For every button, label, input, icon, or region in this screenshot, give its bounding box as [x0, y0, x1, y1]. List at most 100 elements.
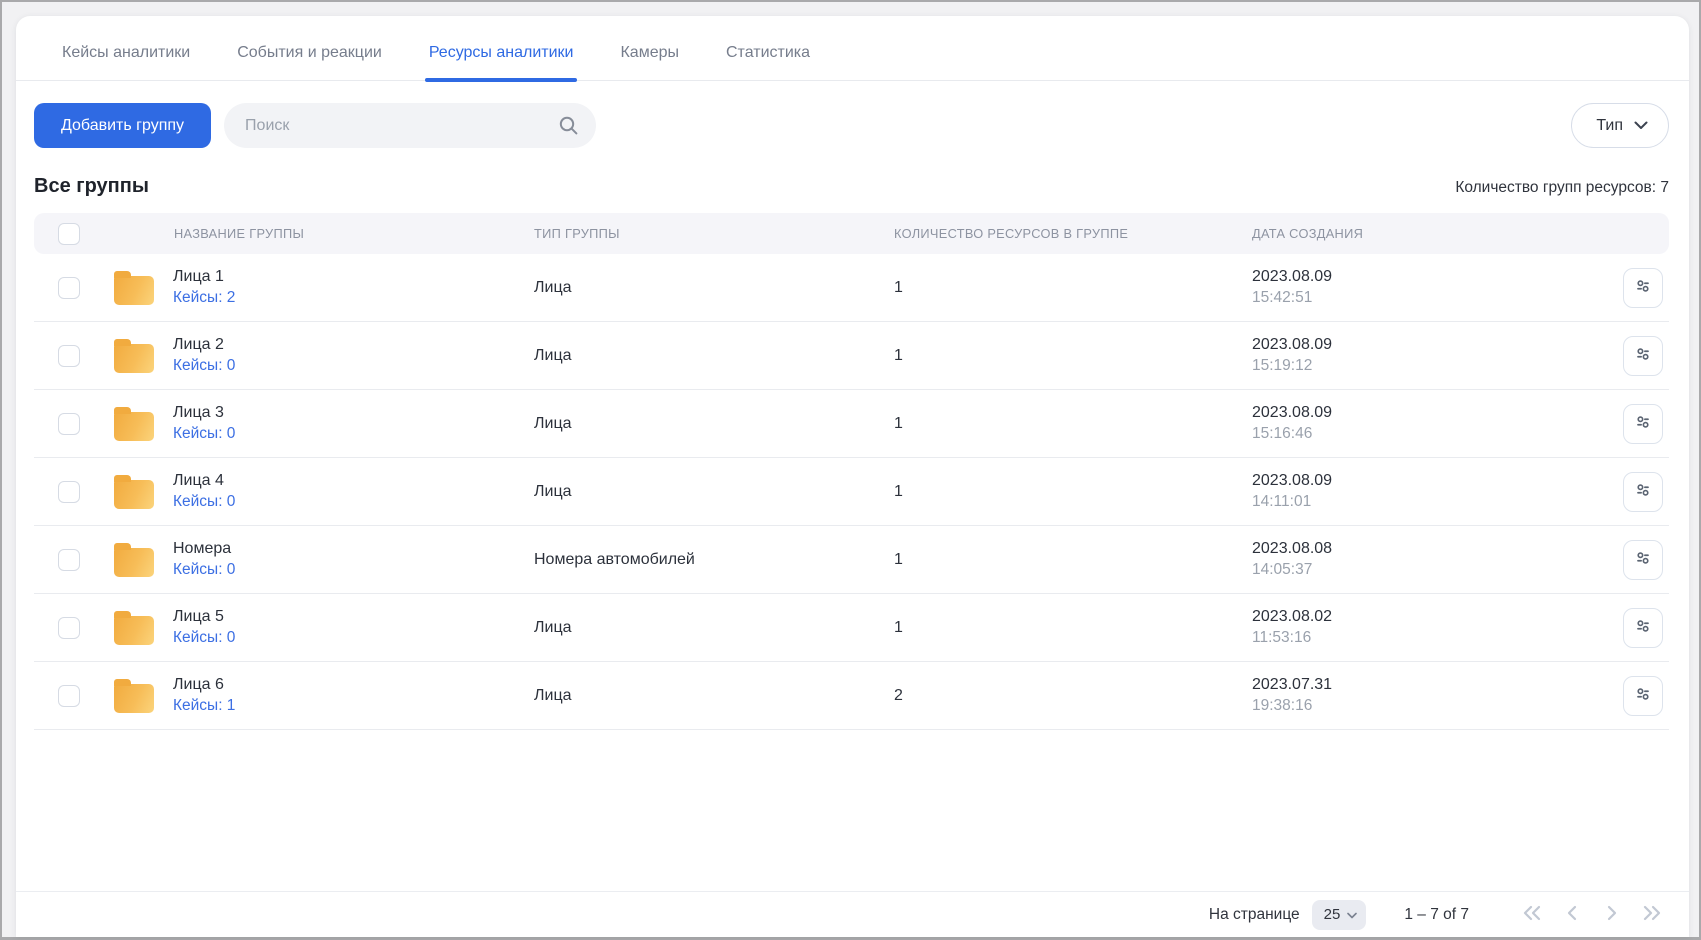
group-type: Номера автомобилей [534, 551, 894, 569]
created-date: 2023.08.02 [1252, 608, 1582, 626]
column-header-resource-count: КОЛИЧЕСТВО РЕСУРСОВ В ГРУППЕ [894, 226, 1252, 241]
table-body: Лица 1 Кейсы: 2 Лица 1 2023.08.09 15:42:… [34, 254, 1669, 730]
sliders-icon [1632, 479, 1654, 504]
sliders-icon [1632, 683, 1654, 708]
folder-icon [114, 276, 154, 305]
folder-icon [114, 616, 154, 645]
pagination-bar: На странице 25 1 – 7 of 7 [16, 891, 1689, 937]
type-filter-label: Тип [1596, 117, 1623, 135]
type-filter-button[interactable]: Тип [1571, 103, 1669, 148]
tab-analytics-cases[interactable]: Кейсы аналитики [60, 36, 192, 80]
section-header: Все группы Количество групп ресурсов: 7 [34, 175, 1669, 198]
row-checkbox[interactable] [58, 277, 80, 299]
search-icon[interactable] [558, 115, 579, 141]
group-name: Лица 3 [173, 404, 235, 422]
row-checkbox[interactable] [58, 481, 80, 503]
created-date: 2023.08.09 [1252, 268, 1582, 286]
select-all-checkbox[interactable] [58, 223, 80, 245]
table-row: Лица 3 Кейсы: 0 Лица 1 2023.08.09 15:16:… [34, 390, 1669, 458]
tab-analytics-resources[interactable]: Ресурсы аналитики [427, 36, 576, 80]
per-page-value: 25 [1324, 906, 1341, 923]
folder-icon [114, 684, 154, 713]
next-page-button[interactable] [1599, 902, 1625, 928]
row-settings-button[interactable] [1623, 540, 1663, 580]
column-header-group-name: НАЗВАНИЕ ГРУППЫ [104, 226, 534, 241]
cases-link[interactable]: Кейсы: 2 [173, 289, 235, 307]
table-row: Лица 4 Кейсы: 0 Лица 1 2023.08.09 14:11:… [34, 458, 1669, 526]
row-checkbox[interactable] [58, 413, 80, 435]
tab-events-reactions[interactable]: События и реакции [235, 36, 384, 80]
cases-link[interactable]: Кейсы: 1 [173, 697, 235, 715]
group-type: Лица [534, 687, 894, 705]
add-group-button[interactable]: Добавить группу [34, 103, 211, 148]
group-type: Лица [534, 415, 894, 433]
first-page-button[interactable] [1519, 902, 1545, 928]
sliders-icon [1632, 615, 1654, 640]
column-header-group-type: ТИП ГРУППЫ [534, 226, 894, 241]
row-settings-button[interactable] [1623, 608, 1663, 648]
group-type: Лица [534, 483, 894, 501]
tab-statistics[interactable]: Статистика [724, 36, 812, 80]
chevron-right-icon [1606, 905, 1618, 924]
row-checkbox[interactable] [58, 685, 80, 707]
table-row: Лица 6 Кейсы: 1 Лица 2 2023.07.31 19:38:… [34, 662, 1669, 730]
folder-icon [114, 480, 154, 509]
cases-link[interactable]: Кейсы: 0 [173, 629, 235, 647]
row-settings-button[interactable] [1623, 336, 1663, 376]
resource-count: 1 [894, 279, 1252, 297]
resource-count: 1 [894, 551, 1252, 569]
created-date: 2023.08.09 [1252, 472, 1582, 490]
sliders-icon [1632, 343, 1654, 368]
group-type: Лица [534, 619, 894, 637]
row-checkbox[interactable] [58, 617, 80, 639]
table-row: Номера Кейсы: 0 Номера автомобилей 1 202… [34, 526, 1669, 594]
created-time: 11:53:16 [1252, 629, 1582, 647]
cases-link[interactable]: Кейсы: 0 [173, 561, 235, 579]
row-settings-button[interactable] [1623, 472, 1663, 512]
sliders-icon [1632, 411, 1654, 436]
group-name: Номера [173, 540, 235, 558]
created-time: 14:11:01 [1252, 493, 1582, 511]
tab-bar: Кейсы аналитики События и реакции Ресурс… [16, 16, 1689, 81]
last-page-button[interactable] [1639, 902, 1665, 928]
resource-groups-count: Количество групп ресурсов: 7 [1455, 179, 1669, 197]
column-header-created-date: ДАТА СОЗДАНИЯ [1252, 226, 1582, 241]
table-row: Лица 5 Кейсы: 0 Лица 1 2023.08.02 11:53:… [34, 594, 1669, 662]
row-settings-button[interactable] [1623, 404, 1663, 444]
search-input[interactable] [224, 103, 596, 148]
chevron-left-icon [1566, 905, 1578, 924]
previous-page-button[interactable] [1559, 902, 1585, 928]
created-time: 15:19:12 [1252, 357, 1582, 375]
cases-link[interactable]: Кейсы: 0 [173, 425, 235, 443]
chevron-down-icon [1347, 906, 1357, 923]
cases-link[interactable]: Кейсы: 0 [173, 493, 235, 511]
pager-controls [1519, 902, 1665, 928]
row-checkbox[interactable] [58, 549, 80, 571]
table-header-row: НАЗВАНИЕ ГРУППЫ ТИП ГРУППЫ КОЛИЧЕСТВО РЕ… [34, 213, 1669, 254]
cases-link[interactable]: Кейсы: 0 [173, 357, 235, 375]
resource-count: 2 [894, 687, 1252, 705]
created-time: 14:05:37 [1252, 561, 1582, 579]
main-panel: Кейсы аналитики События и реакции Ресурс… [16, 16, 1689, 937]
double-chevron-right-icon [1642, 905, 1662, 924]
folder-icon [114, 344, 154, 373]
chevron-down-icon [1634, 117, 1648, 135]
resource-count: 1 [894, 483, 1252, 501]
per-page-select[interactable]: 25 [1312, 900, 1367, 930]
resource-count: 1 [894, 619, 1252, 637]
toolbar: Добавить группу Тип [34, 103, 1669, 148]
row-settings-button[interactable] [1623, 268, 1663, 308]
row-checkbox[interactable] [58, 345, 80, 367]
folder-icon [114, 412, 154, 441]
tab-cameras[interactable]: Камеры [618, 36, 681, 80]
resource-count: 1 [894, 347, 1252, 365]
page-title: Все группы [34, 175, 149, 198]
created-time: 15:42:51 [1252, 289, 1582, 307]
group-name: Лица 5 [173, 608, 235, 626]
group-name: Лица 6 [173, 676, 235, 694]
created-time: 15:16:46 [1252, 425, 1582, 443]
resource-count: 1 [894, 415, 1252, 433]
page-range-label: 1 – 7 of 7 [1404, 906, 1469, 924]
created-date: 2023.08.08 [1252, 540, 1582, 558]
row-settings-button[interactable] [1623, 676, 1663, 716]
